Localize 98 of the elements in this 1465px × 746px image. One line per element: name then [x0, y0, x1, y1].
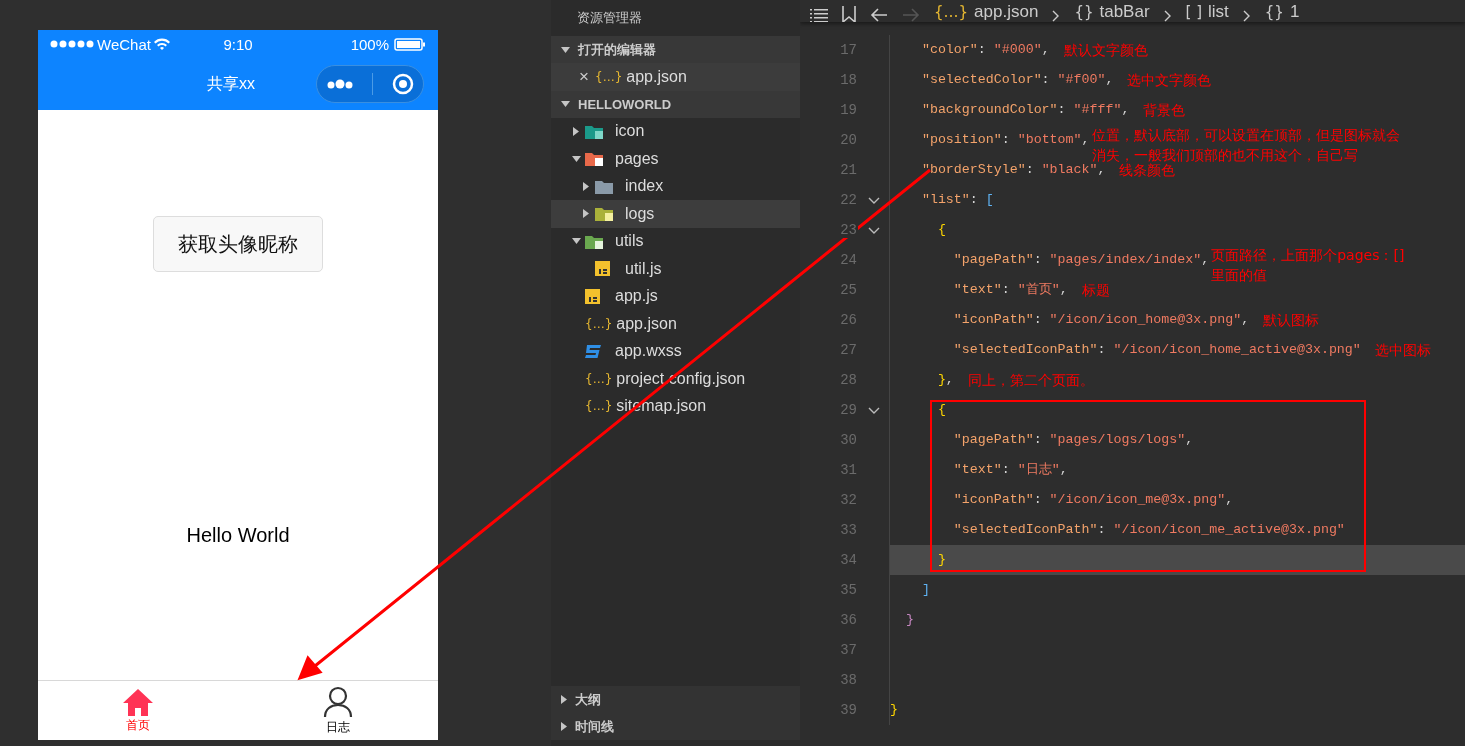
section-header[interactable]: 打开的编辑器 [551, 36, 800, 63]
section-header[interactable]: 时间线 [551, 713, 800, 740]
file-tree-item[interactable]: logs [551, 200, 800, 228]
breadcrumb-item[interactable]: [ ] list [1185, 2, 1229, 22]
battery-icon [394, 37, 426, 51]
section-header[interactable]: 大纲 [551, 686, 800, 713]
close-target-icon[interactable] [391, 73, 414, 95]
collapsed-chevron-icon[interactable] [561, 722, 567, 731]
js-file-icon [585, 288, 600, 304]
get-profile-button[interactable]: 获取头像昵称 [153, 216, 323, 272]
code-line: "color": "#000", [920, 41, 1050, 59]
annotation-note: 选中文字颜色 [1127, 71, 1212, 90]
collapsed-chevron-icon[interactable] [573, 126, 579, 136]
battery-percent: 100% [350, 35, 389, 53]
annotation-note: 背景色 [1143, 101, 1186, 120]
chevron-right-icon [1163, 10, 1172, 22]
fold-chevron-icon[interactable] [867, 226, 880, 234]
file-tree-item[interactable]: icon [551, 117, 800, 145]
file-tree-item[interactable]: util.js [551, 255, 800, 283]
code-line: "position": "bottom", [920, 131, 1090, 149]
json-file-icon: {…} [585, 399, 613, 414]
code-line: "iconPath": "/icon/icon_home@3x.png", [952, 311, 1250, 329]
code-line: "selectedIconPath": "/icon/icon_me_active@3x.png" [952, 521, 1345, 539]
code-line: "list": [ [920, 191, 994, 209]
tab-bar-item[interactable]: 首页 [38, 681, 238, 740]
expanded-chevron-icon[interactable] [571, 238, 581, 245]
collapsed-chevron-icon[interactable] [583, 209, 589, 219]
greeting-text: Hello World [186, 524, 290, 547]
document-folder-icon [595, 206, 613, 222]
code-folder-icon [585, 151, 603, 167]
json-file-icon: {…} [585, 316, 613, 331]
code-line: } [904, 611, 914, 629]
annotation-note: 同上，第二个页面。 [967, 371, 1094, 390]
expanded-chevron-icon[interactable] [571, 155, 581, 162]
code-line: "text": "日志", [952, 461, 1068, 479]
expanded-chevron-icon[interactable] [561, 46, 570, 53]
code-line: "pagePath": "pages/logs/logs", [952, 431, 1194, 449]
file-tree-item[interactable]: utils [551, 227, 800, 255]
code-line: { [936, 401, 946, 419]
more-icon[interactable] [326, 78, 353, 90]
image-folder-icon [585, 123, 603, 139]
code-line: ] [920, 581, 930, 599]
file-tree-item[interactable]: {…} app.json [551, 310, 800, 338]
code-line: } [936, 551, 946, 569]
wifi-icon [153, 38, 170, 50]
file-tree-item[interactable]: app.js [551, 282, 800, 310]
annotation-note: 默认文字颜色 [1063, 41, 1148, 60]
fold-chevron-icon[interactable] [867, 406, 880, 414]
file-tree-item[interactable]: pages [551, 145, 800, 173]
open-editor-item[interactable]: × {…} app.json [551, 63, 800, 91]
code-line: "iconPath": "/icon/icon_me@3x.png", [952, 491, 1234, 509]
file-tree-item[interactable]: app.wxss [551, 337, 800, 365]
code-line: "text": "首页", [952, 281, 1068, 299]
expanded-chevron-icon[interactable] [561, 101, 570, 107]
collapsed-chevron-icon[interactable] [583, 181, 589, 191]
js-file-icon [595, 261, 610, 277]
code-line: { [936, 221, 946, 239]
tab-bar-item[interactable]: 日志 [238, 681, 438, 740]
annotation-note: 默认图标 [1263, 311, 1320, 330]
json-file-icon: {…} [585, 371, 613, 386]
section-header[interactable]: HELLOWORLD [551, 90, 800, 118]
code-line: } [890, 701, 898, 719]
code-line: "pagePath": "pages/index/index", [952, 251, 1210, 269]
close-icon[interactable]: × [579, 66, 595, 87]
code-line: "selectedIconPath": "/icon/icon_home_active@3x.png" [952, 341, 1361, 359]
json-file-icon: {…} [595, 69, 623, 84]
breadcrumb-item[interactable]: {} 1 [1264, 2, 1300, 22]
annotation-note: 里面的值 [1211, 266, 1269, 285]
code-line: }, [936, 371, 954, 389]
annotation-note: 标题 [1081, 281, 1110, 300]
code-line: "selectedColor": "#f00", [920, 71, 1114, 89]
annotation-note: 线条颜色 [1119, 162, 1176, 180]
collapsed-chevron-icon[interactable] [561, 695, 567, 704]
carrier-name: WeChat [97, 35, 151, 53]
person-icon [323, 685, 353, 718]
line-number: 23 [839, 222, 858, 238]
clock-time: 9:10 [223, 35, 253, 53]
annotation-note: 位置，默认底部，可以设置在顶部，但是图标就会 [1091, 126, 1400, 145]
panel-title: 资源管理器 [576, 9, 643, 27]
folder-icon [595, 178, 613, 194]
fold-chevron-icon[interactable] [867, 196, 880, 204]
annotation-note: 消失，一般我们顶部的也不用这个，自己写 [1091, 146, 1359, 163]
page-title: 共享xx [207, 73, 255, 94]
signal-icon [50, 40, 94, 48]
home-icon [122, 687, 154, 716]
list-icon[interactable] [810, 9, 828, 22]
annotation-note: 页面路径，上面那个pages：[] [1211, 246, 1405, 265]
breadcrumb-item[interactable]: {} tabBar [1074, 2, 1150, 22]
css-file-icon [585, 343, 602, 359]
file-tree-item[interactable]: index [551, 172, 800, 200]
chevron-right-icon [1052, 10, 1061, 22]
chevron-right-icon [1242, 10, 1251, 22]
back-arrow-icon[interactable] [870, 8, 888, 22]
plus-folder-icon [585, 233, 603, 249]
annotation-note: 选中图标 [1374, 341, 1431, 360]
code-line: "backgroundColor": "#fff", [920, 101, 1130, 119]
bookmark-icon[interactable] [842, 6, 856, 22]
breadcrumb-item[interactable]: {…} app.json [934, 2, 1039, 22]
